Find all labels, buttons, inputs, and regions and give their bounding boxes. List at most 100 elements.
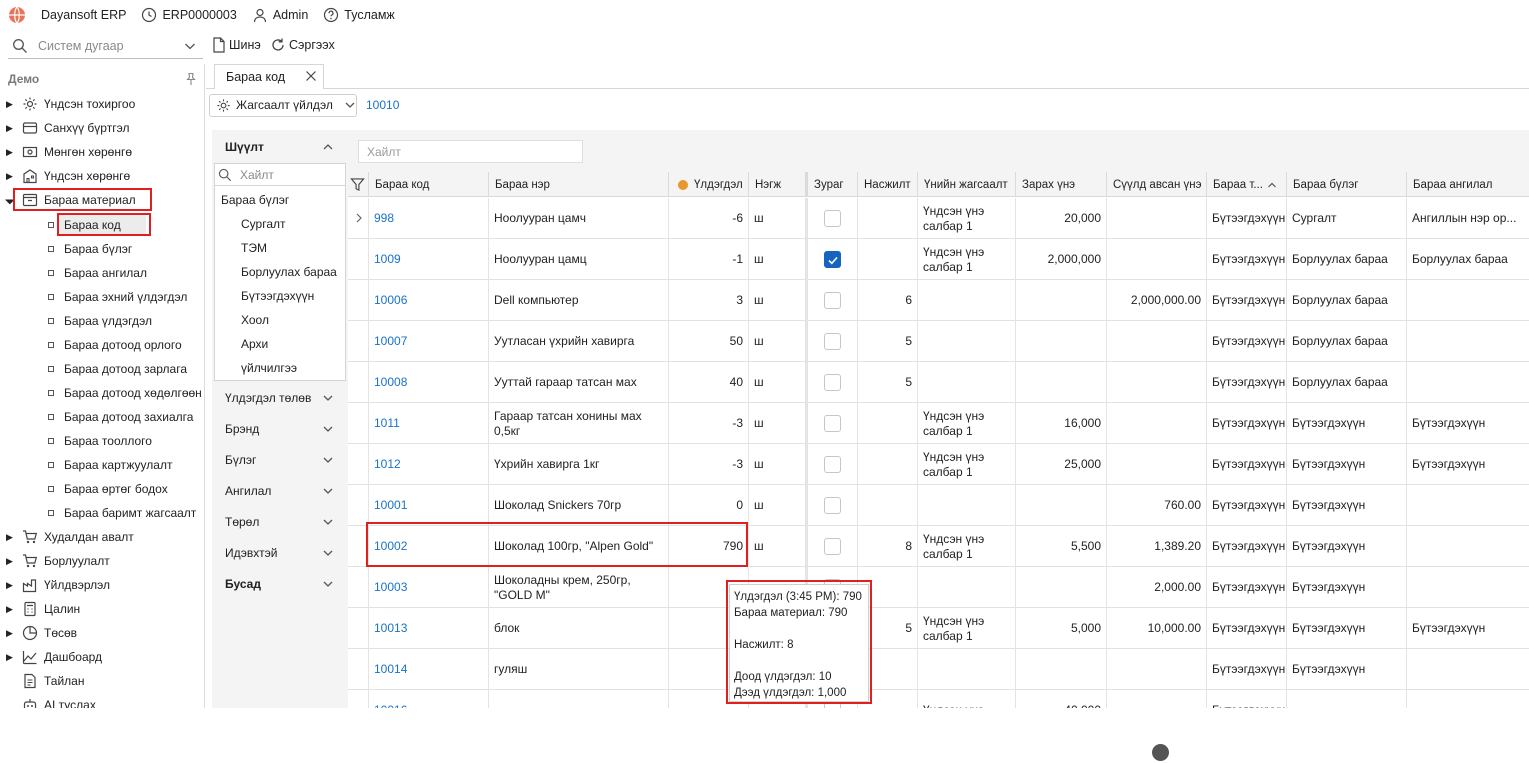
cell-code[interactable]: 998 — [368, 198, 488, 239]
table-row[interactable]: 998 Ноолууран цамч -6 ш Үндсэн үнэ салбар 12… — [348, 198, 1529, 239]
table-row[interactable]: 10014 гуляш Бүтээгдэхүүн Бүтээгдэхүүн — [348, 649, 1529, 690]
table-row[interactable]: 10001 Шоколад Snickers 70гр 0 ш 760.00 Бүтээг… — [348, 485, 1529, 526]
expand-arrow-icon[interactable]: ▶ — [6, 556, 16, 567]
column-header-image[interactable]: Зураг — [805, 172, 857, 197]
expand-arrow-icon[interactable]: ▶ — [6, 171, 16, 182]
expand-arrow-icon[interactable]: ▶ — [6, 147, 16, 158]
expand-arrow-icon[interactable]: ▶ — [6, 123, 16, 134]
column-header-group[interactable]: Бараа бүлэг — [1286, 172, 1406, 197]
table-row[interactable]: 10016 Үндсэн үнэ40,000 Бүтээгдэхүүн — [348, 690, 1529, 708]
filter-section-other[interactable]: Бусад — [212, 568, 346, 600]
table-row[interactable]: 10002 Шоколад 100гр, "Alpen Gold" 790 ш 8 Үнд… — [348, 526, 1529, 567]
expand-arrow-icon[interactable]: ▶ — [6, 99, 16, 110]
new-button[interactable]: Шинэ — [212, 37, 261, 53]
sidebar-item-reports[interactable]: Тайлан — [0, 669, 204, 693]
filter-section-group[interactable]: Бүлэг — [212, 444, 346, 476]
sidebar-subitem-item-class[interactable]: Бараа ангилал — [0, 261, 204, 285]
table-row[interactable]: 1012 Үхрийн хавирга 1кг -3 ш Үндсэн үнэ салб… — [348, 444, 1529, 485]
cell-code[interactable]: 1011 — [368, 403, 488, 444]
column-header-stock[interactable]: Үлдэгдэл — [668, 172, 748, 197]
list-action-dropdown[interactable]: Жагсаалт үйлдэл — [209, 93, 357, 117]
table-row[interactable]: 10007 Уутласан үхрийн хавирга 50 ш 5 Бүтээгдэ… — [348, 321, 1529, 362]
cell-code[interactable]: 10014 — [368, 649, 488, 690]
sidebar-item-purchasing[interactable]: ▶ Худалдан авалт — [0, 525, 204, 549]
user-menu[interactable]: Admin — [252, 7, 308, 23]
sidebar-subitem-item-group[interactable]: Бараа бүлэг — [0, 237, 204, 261]
sidebar-item-budget[interactable]: ▶ Төсөв — [0, 621, 204, 645]
table-row[interactable]: 1009 Ноолууран цамц -1 ш Үндсэн үнэ салбар 1… — [348, 239, 1529, 280]
cell-code[interactable]: 10007 — [368, 321, 488, 362]
sidebar-item-ai-assistant[interactable]: AI туслах — [0, 693, 204, 708]
cell-code[interactable]: 10003 — [368, 567, 488, 608]
cell-code[interactable]: 1009 — [368, 239, 488, 280]
column-header-age[interactable]: Насжилт — [857, 172, 917, 197]
report-code-link[interactable]: 10010 — [366, 98, 399, 112]
cell-code[interactable]: 10006 — [368, 280, 488, 321]
filter-group-label[interactable]: Бараа бүлэг — [221, 188, 289, 212]
expand-arrow-icon[interactable]: ▶ — [6, 628, 16, 639]
image-checkbox[interactable] — [824, 333, 841, 350]
sidebar-item-dashboard[interactable]: ▶ Дашбоард — [0, 645, 204, 669]
sidebar-item-production[interactable]: ▶ Үйлдвэрлэл — [0, 573, 204, 597]
column-header-unit[interactable]: Нэгж — [748, 172, 805, 197]
refresh-button[interactable]: Сэргээх — [270, 37, 335, 53]
sidebar-subitem-carding[interactable]: Бараа картжуулалт — [0, 453, 204, 477]
image-checkbox[interactable] — [824, 415, 841, 432]
image-checkbox[interactable] — [824, 210, 841, 227]
column-header-last-price[interactable]: Сүүлд авсан үнэ — [1106, 172, 1206, 197]
image-checkbox[interactable] — [824, 374, 841, 391]
grid-search-input[interactable]: Хайлт — [358, 140, 583, 163]
column-header-class[interactable]: Бараа ангилал — [1406, 172, 1526, 197]
filter-search-input[interactable]: Хайлт — [215, 164, 345, 186]
table-row[interactable]: 10008 Ууттай гараар татсан мах 40 ш 5 Бүтээгд… — [348, 362, 1529, 403]
sidebar-item-sales[interactable]: ▶ Борлуулалт — [0, 549, 204, 573]
help-button[interactable]: Тусламж — [323, 7, 395, 23]
sidebar-subitem-internal-order[interactable]: Бараа дотоод захиалга — [0, 405, 204, 429]
tab-item-code[interactable]: Бараа код — [214, 64, 324, 89]
chevron-down-icon[interactable] — [183, 39, 197, 53]
filter-option[interactable]: Хоол — [241, 308, 269, 332]
close-icon[interactable] — [305, 70, 317, 82]
column-header-name[interactable]: Бараа нэр — [488, 172, 668, 197]
filter-toggle[interactable] — [348, 172, 368, 197]
cell-code[interactable]: 10008 — [368, 362, 488, 403]
image-checkbox[interactable] — [824, 292, 841, 309]
filter-section-stock-status[interactable]: Үлдэгдэл төлөв — [212, 382, 346, 414]
sidebar-item-payroll[interactable]: ▶ Цалин — [0, 597, 204, 621]
filter-option[interactable]: Бүтээгдэхүүн — [241, 284, 314, 308]
expand-arrow-icon[interactable]: ▶ — [6, 580, 16, 591]
expand-arrow-icon[interactable]: ▶ — [6, 652, 16, 663]
sidebar-subitem-internal-receipt[interactable]: Бараа дотоод орлого — [0, 333, 204, 357]
column-header-type[interactable]: Бараа т... — [1206, 172, 1286, 197]
filter-option[interactable]: ТЭМ — [241, 236, 267, 260]
table-row[interactable]: 10003 Шоколадны крем, 250гр, "GOLD M" 2,00… — [348, 567, 1529, 608]
table-row[interactable]: 10006 Dell компьютер 3 ш 6 2,000,000.00 Бүтээг… — [348, 280, 1529, 321]
database-selector[interactable]: ERP0000003 — [141, 7, 237, 23]
filter-option[interactable]: Архи — [241, 332, 268, 356]
image-checkbox[interactable] — [824, 497, 841, 514]
sidebar-subitem-costing[interactable]: Бараа өртөг бодох — [0, 477, 204, 501]
image-checkbox[interactable] — [824, 251, 841, 268]
cell-code[interactable]: 1012 — [368, 444, 488, 485]
expand-arrow-icon[interactable]: ▶ — [6, 532, 16, 543]
sidebar-subitem-internal-transfer[interactable]: Бараа дотоод хөдөлгөөн — [0, 381, 204, 405]
sidebar-subitem-stocktake[interactable]: Бараа тооллого — [0, 429, 204, 453]
collapse-arrow-icon[interactable]: ◢ — [4, 193, 19, 208]
sidebar-subitem-internal-issue[interactable]: Бараа дотоод зарлага — [0, 357, 204, 381]
image-checkbox[interactable] — [824, 456, 841, 473]
table-row[interactable]: 10013 блок 5 Үндсэн үнэ салбар 1 5,000 10,000… — [348, 608, 1529, 649]
sidebar-subitem-item-code[interactable]: Бараа код — [0, 213, 204, 237]
filter-option[interactable]: Борлуулах бараа — [241, 260, 337, 284]
filter-option[interactable]: үйлчилгээ — [241, 356, 297, 380]
sidebar-item-finance[interactable]: ▶ Санхүү бүртгэл — [0, 116, 204, 140]
cell-code[interactable]: 10013 — [368, 608, 488, 649]
filter-section-active[interactable]: Идэвхтэй — [212, 537, 346, 569]
column-header-code[interactable]: Бараа код — [368, 172, 488, 197]
sidebar-item-cash[interactable]: ▶ Мөнгөн хөрөнгө — [0, 140, 204, 164]
filter-header[interactable]: Шүүлт — [212, 131, 346, 163]
cell-code[interactable]: 10001 — [368, 485, 488, 526]
column-header-sale-price[interactable]: Зарах үнэ — [1015, 172, 1106, 197]
sidebar-subitem-balance[interactable]: Бараа үлдэгдэл — [0, 309, 204, 333]
filter-option[interactable]: Сургалт — [241, 212, 286, 236]
image-checkbox[interactable] — [824, 538, 841, 555]
